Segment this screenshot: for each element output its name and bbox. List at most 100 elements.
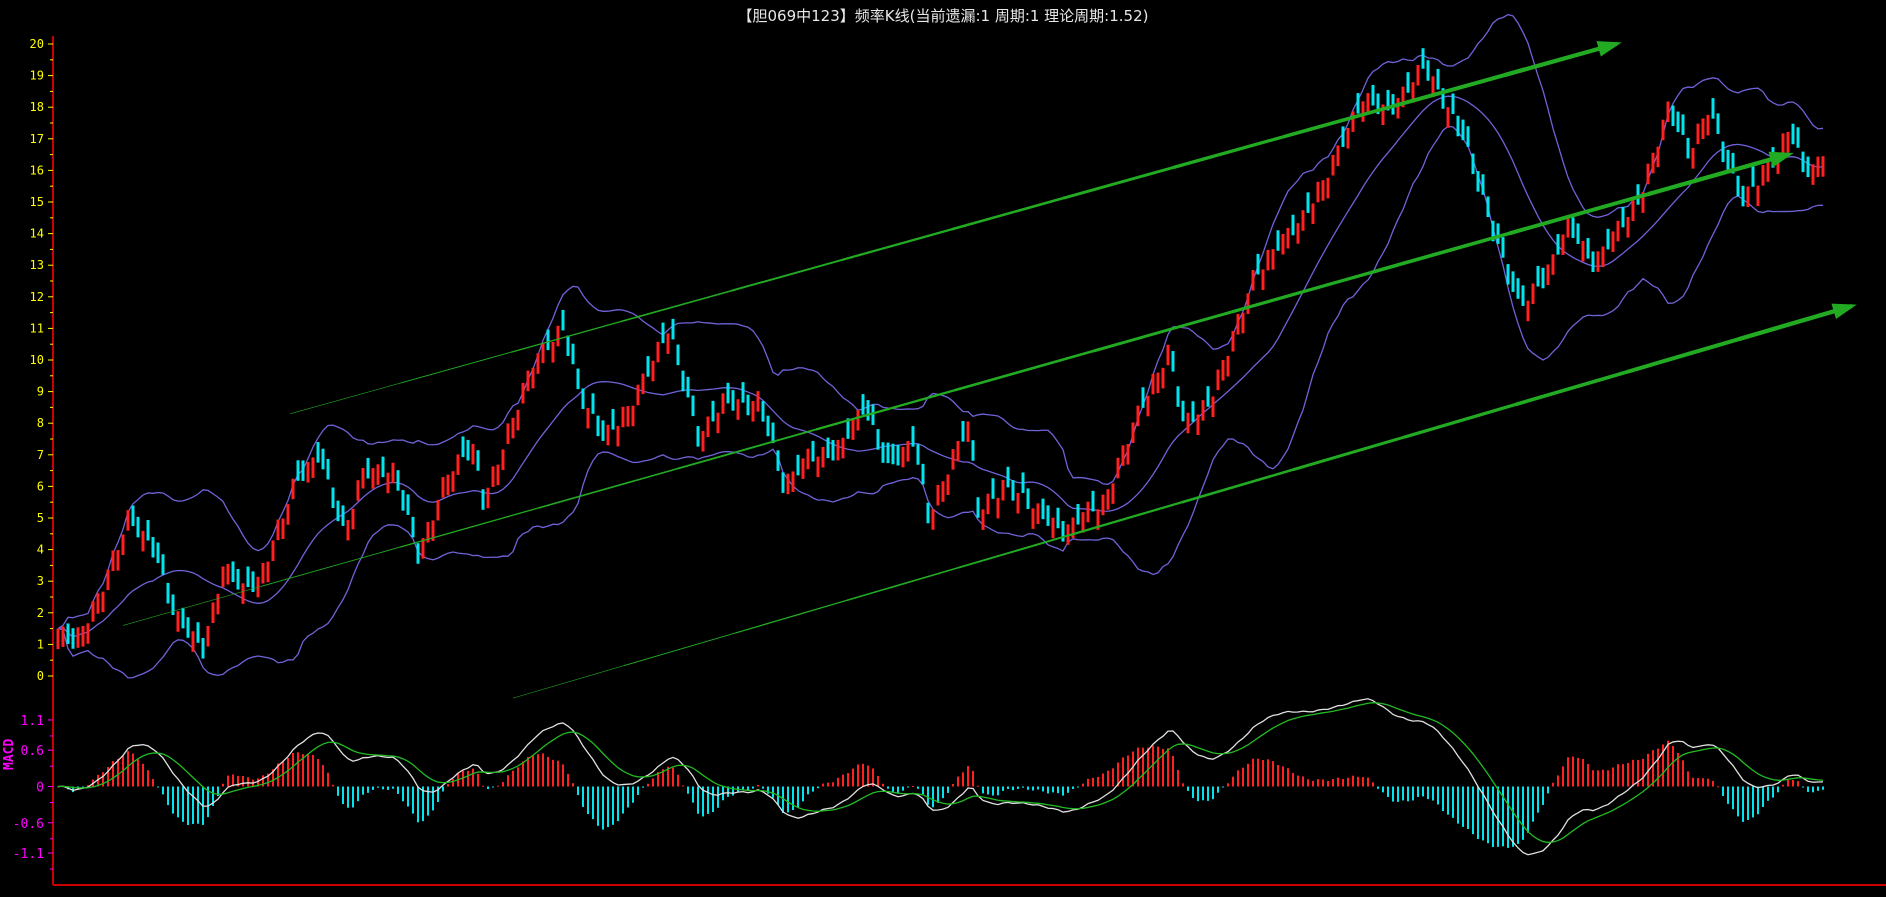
candle-up (1266, 249, 1270, 271)
candle-up (271, 540, 275, 561)
macd-bar-negative (1202, 786, 1204, 801)
price-tick-label: 12 (30, 290, 44, 304)
price-tick-label: 2 (37, 606, 44, 620)
macd-bar-negative (192, 786, 194, 824)
macd-bar-negative (1732, 786, 1734, 810)
macd-bar-negative (587, 786, 589, 815)
macd-bar-negative (1422, 786, 1424, 797)
candle-down (1276, 230, 1280, 251)
candle-down (916, 444, 920, 465)
candle-down (601, 420, 605, 441)
candle-down (891, 443, 895, 465)
candle-down (1456, 115, 1460, 137)
macd-bar-positive (1622, 764, 1624, 787)
candle-up (1526, 300, 1530, 322)
macd-bar-negative (687, 786, 689, 794)
candle-up (1766, 161, 1770, 182)
candle-up (786, 473, 790, 495)
trend-line-segment (1062, 165, 1176, 200)
macd-bar-negative (762, 786, 764, 789)
macd-bar-negative (927, 786, 929, 805)
macd-bar-negative (1767, 786, 1769, 801)
macd-bar-negative (1192, 786, 1194, 799)
macd-bar-negative (392, 786, 394, 789)
macd-bar-positive (757, 784, 759, 787)
macd-bar-negative (752, 786, 754, 789)
macd-bar-negative (612, 786, 614, 825)
macd-bar-positive (507, 775, 509, 787)
trend-line-segment (538, 467, 679, 509)
candle-down (876, 429, 880, 450)
macd-bar-negative (1757, 786, 1759, 815)
candle-down (1461, 119, 1465, 141)
candle-down (1206, 386, 1210, 407)
candle-down (1471, 153, 1475, 175)
macd-bar-positive (1717, 786, 1719, 788)
trend-line-segment (1514, 369, 1630, 407)
candle-up (736, 399, 740, 420)
macd-bar-positive (1652, 750, 1654, 787)
candle-up (996, 497, 1000, 519)
bollinger-upper (57, 13, 1824, 630)
macd-bar-negative (1437, 786, 1439, 805)
macd-bar-negative (817, 786, 819, 789)
candle-up (1246, 293, 1250, 314)
macd-bar-negative (602, 786, 604, 830)
candle-down (326, 458, 330, 480)
candle-down (181, 607, 185, 629)
macd-bar-positive (482, 785, 484, 787)
candle-up (141, 530, 145, 552)
macd-bar-positive (297, 752, 299, 787)
macd-bar-negative (627, 786, 629, 808)
macd-bar-positive (652, 778, 654, 787)
macd-bar-positive (132, 753, 134, 787)
candle-up (1691, 148, 1695, 169)
macd-bar-negative (732, 786, 734, 796)
candle-up (856, 410, 860, 431)
macd-bar-negative (577, 786, 579, 796)
macd-bar-positive (1297, 775, 1299, 787)
trend-arrow-head-icon (1831, 303, 1857, 320)
trend-line-segment (1172, 134, 1287, 169)
candle-up (1566, 217, 1570, 238)
price-tick-label: 4 (37, 543, 44, 557)
macd-bar-negative (982, 786, 984, 794)
macd-bar-positive (1262, 760, 1264, 787)
macd-bar-positive (837, 777, 839, 787)
candle-up (531, 367, 535, 389)
candle-up (1366, 93, 1370, 114)
macd-bar-negative (892, 786, 894, 792)
macd-bar-positive (1667, 740, 1669, 787)
macd-bar-positive (1102, 773, 1104, 787)
macd-bar-negative (1077, 786, 1079, 788)
candle-up (751, 401, 755, 422)
candle-down (886, 442, 890, 464)
candle-up (1351, 111, 1355, 132)
macd-bar-positive (1642, 758, 1644, 787)
macd-bar-negative (1532, 786, 1534, 822)
macd-bar-positive (1787, 780, 1789, 787)
macd-bar-positive (1592, 770, 1594, 787)
price-tick-label: 11 (30, 321, 44, 335)
candle-up (1151, 373, 1155, 395)
candle-down (1586, 238, 1590, 259)
macd-bar-positive (1557, 775, 1559, 787)
macd-bar-positive (1292, 772, 1294, 787)
macd-bar-negative (417, 786, 419, 823)
candle-down (1291, 214, 1295, 236)
macd-bar-positive (1352, 775, 1354, 787)
candle-up (1561, 234, 1565, 256)
macd-bar-positive (1627, 762, 1629, 787)
candle-down (1516, 278, 1520, 299)
candle-up (1121, 445, 1125, 466)
macd-bar-negative (1072, 786, 1074, 790)
macd-bar-negative (582, 786, 584, 807)
candle-down (546, 329, 550, 351)
trend-line-segment (731, 258, 844, 292)
candle-down (1751, 166, 1755, 187)
candle-up (311, 457, 315, 478)
candle-down (691, 395, 695, 417)
trend-line-segment (1626, 336, 1742, 374)
macd-bar-positive (1257, 758, 1259, 787)
candle-down (1476, 171, 1480, 192)
